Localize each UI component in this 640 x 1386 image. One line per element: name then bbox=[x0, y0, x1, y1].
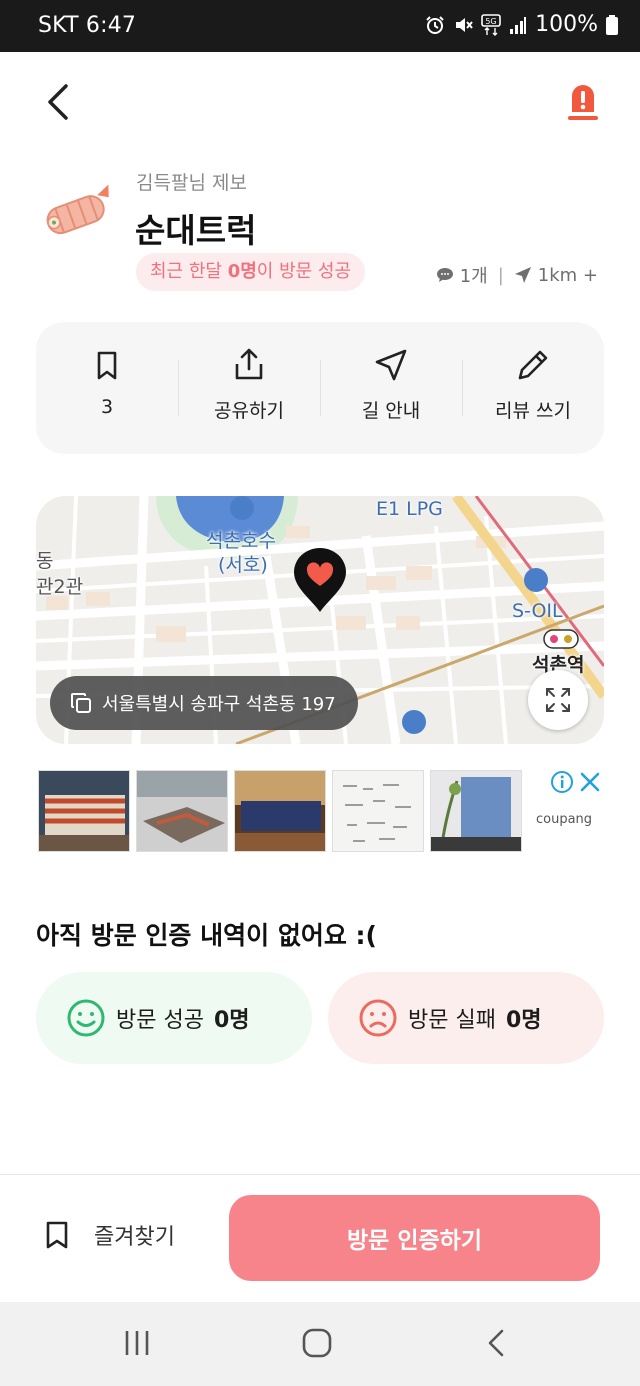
close-icon[interactable] bbox=[578, 770, 602, 794]
copy-icon bbox=[71, 693, 91, 713]
status-bar: SKT 6:47 5G 100% bbox=[0, 0, 640, 52]
visit-badge-suffix: 이 방문 성공 bbox=[256, 261, 352, 282]
alert-icon bbox=[568, 85, 598, 120]
visit-fail-card: 방문 실패 0명 bbox=[328, 972, 604, 1064]
system-nav-bar bbox=[0, 1302, 640, 1386]
ad-image-4[interactable] bbox=[332, 770, 424, 852]
visit-verify-button[interactable]: 방문 인증하기 bbox=[229, 1195, 600, 1281]
home-icon[interactable] bbox=[302, 1328, 332, 1358]
smile-icon bbox=[67, 999, 105, 1037]
map-expand-button[interactable] bbox=[528, 670, 588, 730]
comment-icon bbox=[436, 268, 453, 282]
battery-icon bbox=[606, 14, 618, 35]
bookmark-icon bbox=[46, 1221, 68, 1249]
visit-success-label: 방문 성공 bbox=[116, 1008, 204, 1033]
store-meta: 1개 | 1km + bbox=[436, 262, 598, 288]
visit-fail-count: 0명 bbox=[505, 1008, 542, 1033]
address-text: 서울특별시 송파구 석촌동 197 bbox=[102, 694, 336, 715]
bookmark-action[interactable]: 3 bbox=[36, 322, 178, 454]
share-action[interactable]: 공유하기 bbox=[178, 322, 320, 454]
heart-marker-icon[interactable] bbox=[292, 548, 348, 614]
pencil-icon bbox=[518, 350, 548, 380]
living-room-image bbox=[235, 771, 325, 851]
map-view[interactable]: 석촌호수 (서호) E1 LPG S-OIL 석촌역 동 관2관 서울특별시 송… bbox=[36, 496, 604, 744]
share-label: 공유하기 bbox=[214, 400, 284, 422]
visit-badge: 최근 한달 0명이 방문 성공 bbox=[136, 253, 366, 291]
status-icons: 5G 100% bbox=[425, 12, 618, 37]
review-count: 1개 bbox=[459, 266, 488, 287]
visit-fail-label: 방문 실패 bbox=[408, 1008, 496, 1033]
pattern-image bbox=[333, 771, 423, 851]
share-icon bbox=[235, 348, 263, 380]
favorite-button[interactable]: 즐겨찾기 bbox=[44, 1219, 175, 1251]
map-label-left-1: 동 bbox=[36, 550, 54, 572]
chevron-left-icon bbox=[48, 84, 68, 120]
bookmark-icon bbox=[97, 351, 117, 380]
signal-icon bbox=[510, 16, 527, 34]
rug-image bbox=[137, 771, 227, 851]
distance: 1km + bbox=[537, 264, 598, 286]
write-review-action[interactable]: 리뷰 쓰기 bbox=[462, 322, 604, 454]
reporter-label: 김득팔님 제보 bbox=[136, 172, 247, 194]
favorite-label: 즐겨찾기 bbox=[94, 1225, 175, 1250]
back-button[interactable] bbox=[40, 80, 80, 124]
write-review-label: 리뷰 쓰기 bbox=[495, 400, 571, 422]
visit-badge-prefix: 최근 한달 bbox=[150, 261, 228, 282]
ad-image-1[interactable] bbox=[38, 770, 130, 852]
visit-success-card: 방문 성공 0명 bbox=[36, 972, 312, 1064]
address-copy-button[interactable]: 서울특별시 송파구 석촌동 197 bbox=[50, 676, 358, 730]
visit-success-count: 0명 bbox=[213, 1008, 250, 1033]
map-label-lake: 석촌호수 bbox=[206, 530, 276, 552]
5g-icon: 5G bbox=[481, 13, 501, 36]
sundae-icon bbox=[46, 184, 109, 235]
ad-image-3[interactable] bbox=[234, 770, 326, 852]
info-icon[interactable] bbox=[550, 770, 574, 794]
ad-image-2[interactable] bbox=[136, 770, 228, 852]
bottom-action-bar: 즐겨찾기 방문 인증하기 bbox=[0, 1174, 640, 1302]
expand-icon bbox=[546, 688, 570, 712]
meta-separator: | bbox=[497, 264, 504, 286]
bookmark-count: 3 bbox=[100, 396, 114, 418]
status-time: SKT 6:47 bbox=[38, 13, 137, 38]
navigation-icon bbox=[375, 349, 407, 381]
ad-banner[interactable]: coupang bbox=[38, 770, 604, 852]
location-arrow-icon bbox=[514, 267, 531, 283]
map-label-left-2: 관2관 bbox=[36, 576, 84, 598]
battery-percent: 100% bbox=[535, 12, 598, 37]
map-label-s-oil: S-OIL bbox=[512, 600, 563, 622]
sofa-image bbox=[39, 771, 129, 851]
curtain-image bbox=[431, 771, 521, 851]
svg-text:5G: 5G bbox=[485, 17, 496, 26]
directions-action[interactable]: 길 안내 bbox=[320, 322, 462, 454]
store-category-icon bbox=[40, 182, 120, 240]
report-button[interactable] bbox=[566, 82, 600, 122]
mute-icon bbox=[456, 17, 473, 32]
visit-badge-count: 0명 bbox=[227, 261, 257, 282]
alarm-icon bbox=[426, 15, 444, 34]
visit-section-title: 아직 방문 인증 내역이 없어요 :( bbox=[36, 921, 377, 950]
ad-brand[interactable]: coupang bbox=[536, 812, 592, 827]
back-nav-icon[interactable] bbox=[484, 1328, 508, 1358]
recent-apps-icon[interactable] bbox=[122, 1328, 152, 1358]
frown-icon bbox=[359, 999, 397, 1037]
map-label-lake-sub: (서호) bbox=[218, 554, 268, 576]
store-name: 순대트럭 bbox=[135, 211, 257, 250]
map-label-e1-lpg: E1 LPG bbox=[376, 498, 443, 520]
directions-label: 길 안내 bbox=[361, 400, 421, 422]
action-card: 3 공유하기 길 안내 리뷰 쓰기 bbox=[36, 322, 604, 454]
ad-image-5[interactable] bbox=[430, 770, 522, 852]
